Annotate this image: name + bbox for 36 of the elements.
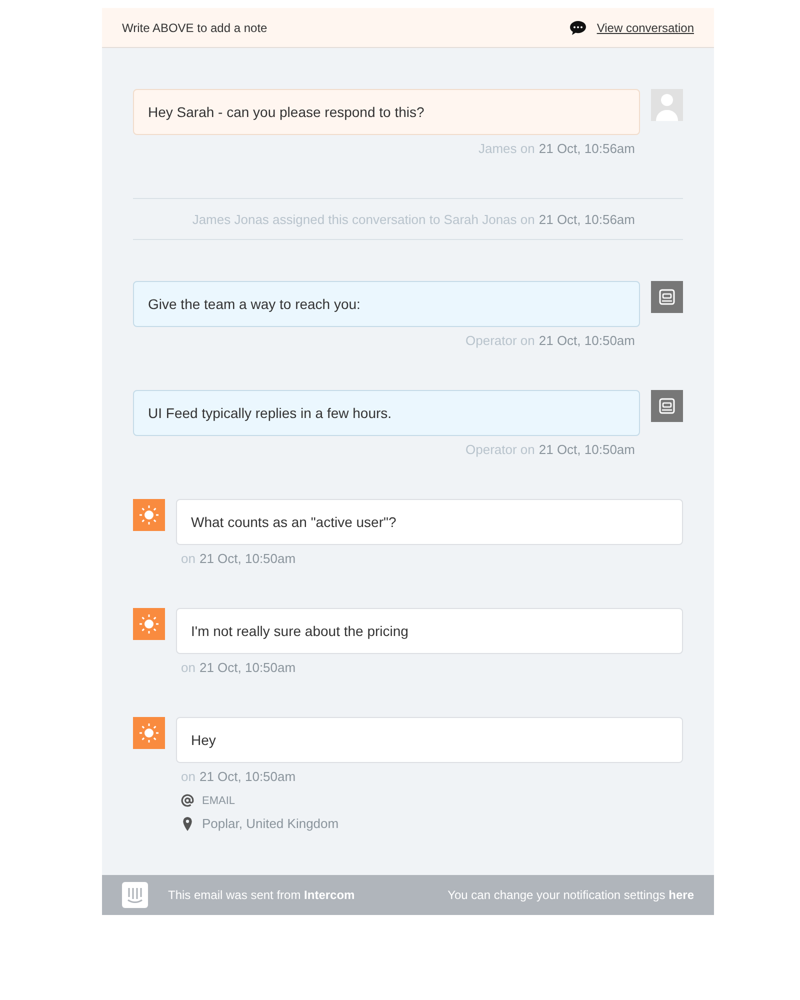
settings-text: You can change your notification settings here [448, 888, 694, 902]
event-time: 21 Oct, 10:56am [538, 212, 635, 226]
message-author: on [181, 660, 196, 676]
message-author: Operator on [466, 442, 535, 458]
message-bubble: I'm not really sure about the pricing [176, 608, 683, 654]
message-author: Operator on [466, 333, 535, 349]
message-time: 21 Oct, 10:50am [199, 551, 296, 567]
message-time: 21 Oct, 10:50am [199, 769, 296, 785]
message-author: on [181, 551, 196, 567]
message-bubble: UI Feed typically replies in a few hours. [133, 390, 640, 436]
logo-icon [122, 882, 148, 908]
message-author: on [181, 769, 196, 785]
message-time: 21 Oct, 10:50am [538, 333, 635, 349]
message-bubble: Give the team a way to reach you: [133, 281, 640, 327]
map-pin-icon [181, 816, 194, 830]
sun-avatar [133, 499, 165, 531]
note-hint: Write ABOVE to add a note [122, 20, 268, 34]
channel-label: EMAIL [202, 794, 236, 806]
chat-bubble-icon [568, 20, 587, 36]
footer-text: This email was sent from Intercom [168, 888, 356, 902]
location-text: Poplar, United Kingdom [202, 816, 339, 831]
message-author: James on [478, 141, 535, 157]
message-bubble: Hey Sarah - can you please respond to this? [133, 89, 640, 135]
sun-avatar [133, 717, 165, 749]
message-time: 21 Oct, 10:50am [199, 660, 296, 676]
user-avatar [651, 89, 683, 121]
message-time: 21 Oct, 10:56am [538, 141, 635, 157]
message-bubble: Hey [176, 717, 683, 763]
view-conversation-link[interactable]: View conversation [596, 20, 694, 34]
bot-icon [651, 390, 683, 422]
sun-avatar [133, 608, 165, 640]
bot-icon [651, 281, 683, 313]
event-text: James Jonas assigned this conversation to Sarah Jonas on [192, 212, 535, 226]
message-bubble: What counts as an "active user"? [176, 499, 683, 545]
message-time: 21 Oct, 10:50am [538, 442, 635, 458]
at-sign-icon [181, 794, 194, 807]
